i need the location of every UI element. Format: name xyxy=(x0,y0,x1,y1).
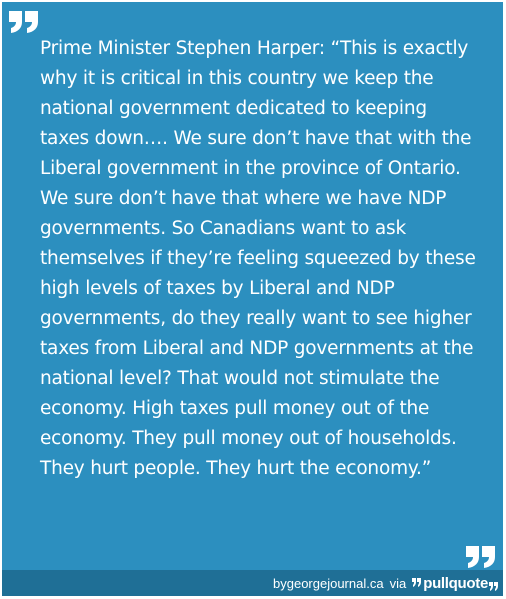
logo-close-quote-icon xyxy=(489,582,498,591)
logo-text: pullquote xyxy=(423,574,488,592)
source-link[interactable]: bygeorgejournal.ca xyxy=(273,576,384,591)
close-quote-icon xyxy=(466,546,495,568)
open-quote-icon xyxy=(9,11,38,33)
pullquote-logo[interactable]: pullquote xyxy=(412,574,499,592)
via-label: via xyxy=(389,575,407,591)
quote-card: Prime Minister Stephen Harper: “This is … xyxy=(2,2,503,596)
logo-open-quote-icon xyxy=(412,578,422,587)
footer-bar: bygeorgejournal.ca via pullquote xyxy=(2,570,503,596)
quote-text: Prime Minister Stephen Harper: “This is … xyxy=(40,38,476,479)
attribution: bygeorgejournal.ca via pullquote xyxy=(273,570,499,596)
